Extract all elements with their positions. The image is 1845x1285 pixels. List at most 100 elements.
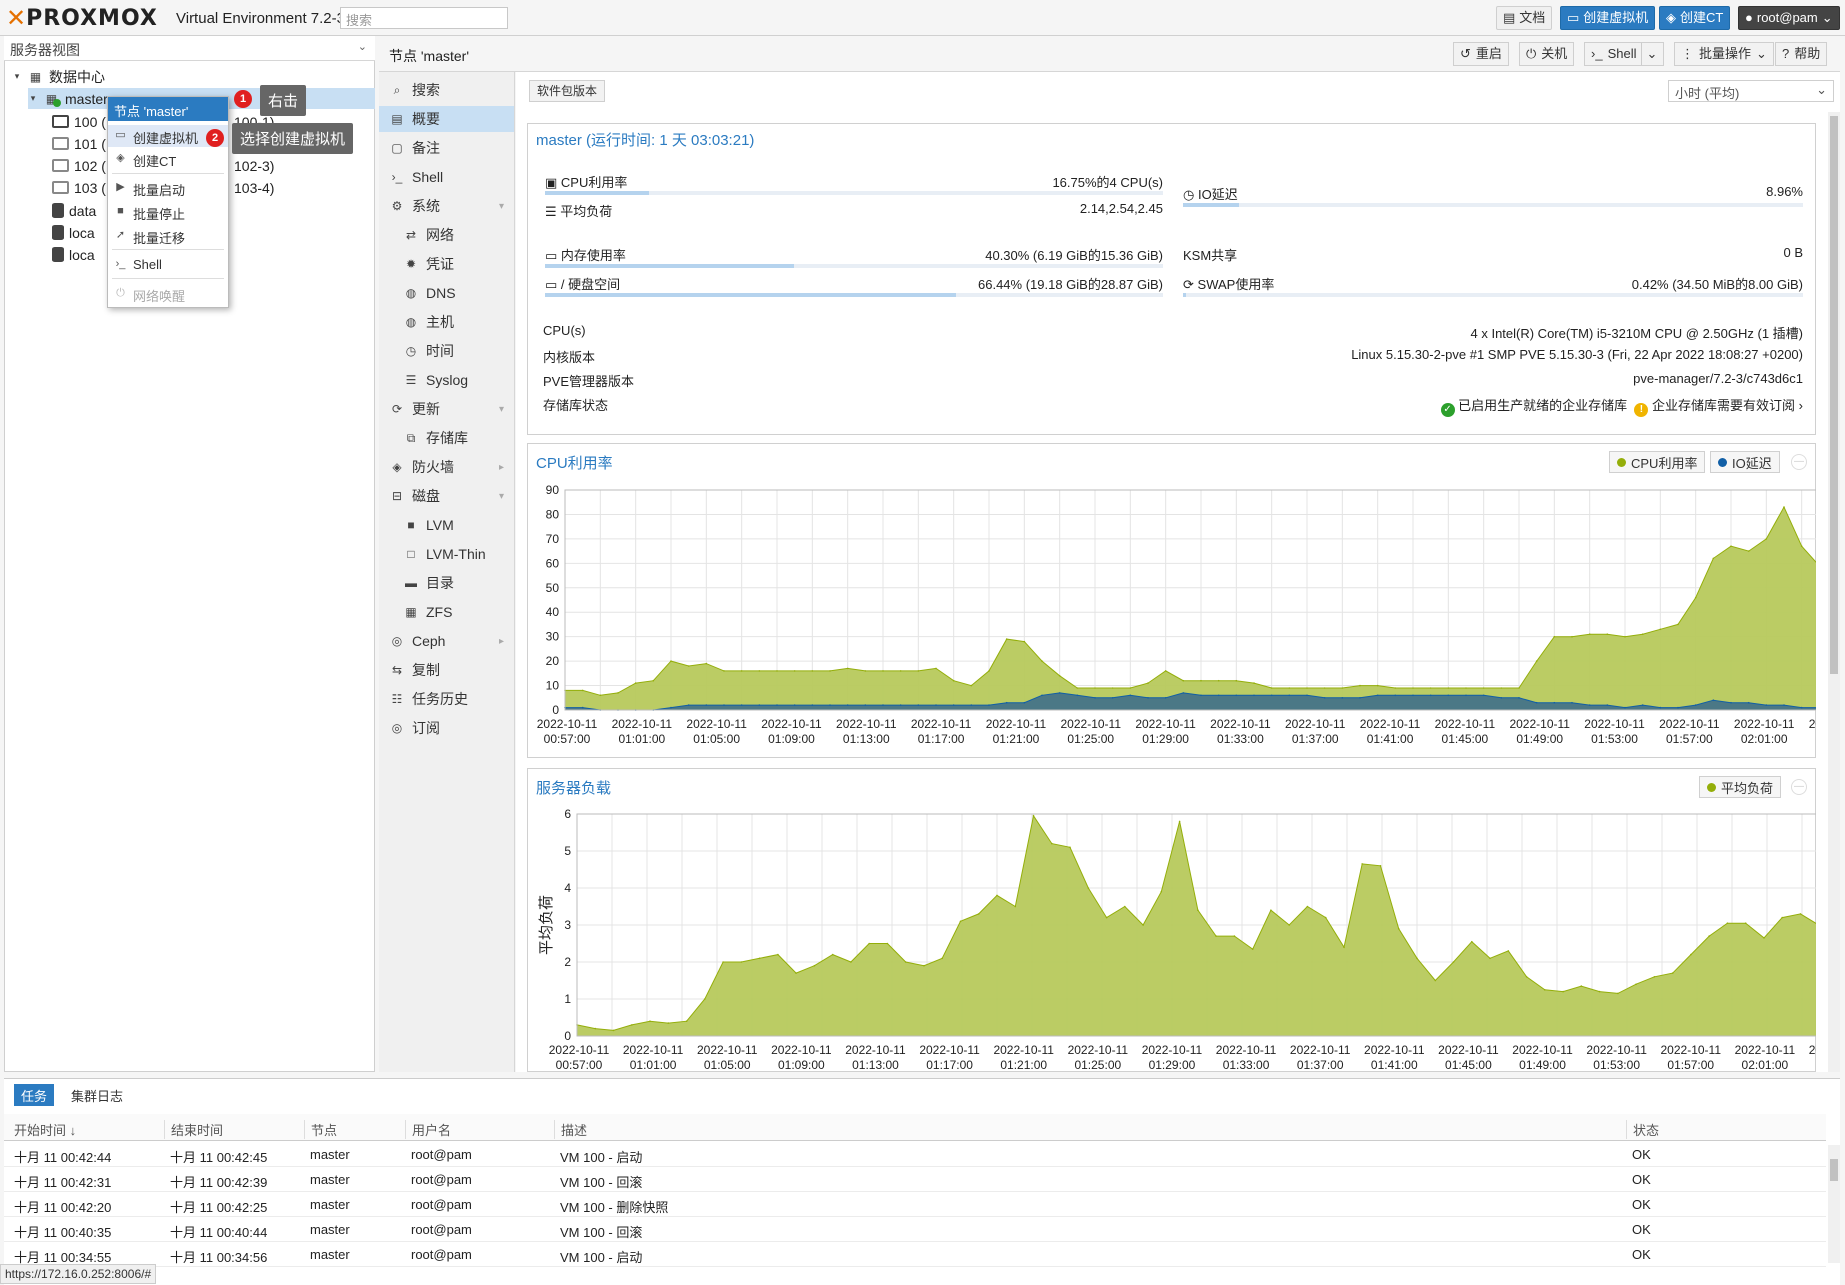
nav-item-9[interactable]: ◷ 时间 [379,338,514,364]
nav-item-12[interactable]: ⧉ 存储库 [379,425,514,451]
legend-io[interactable]: IO延迟 [1710,451,1780,473]
column-header-description[interactable]: 描述 [554,1120,587,1139]
menu-item-bulk-migrate[interactable]: ➚ 批量迁移 [108,225,228,247]
data-point [670,660,672,662]
view-selector[interactable]: 服务器视图 ⌄ [4,36,375,61]
task-table-scrollbar[interactable] [1828,1145,1840,1263]
global-search-input[interactable]: 搜索 [340,7,508,29]
nav-item-5[interactable]: ⇄ 网络 [379,222,514,248]
bulk-actions-button[interactable]: ⋮ 批量操作 ⌄ [1674,42,1774,66]
nav-item-20[interactable]: ⇆ 复制 [379,657,514,683]
swap-label: SWAP使用率 [1197,277,1275,292]
column-header-start[interactable]: 开始时间 ↓ [14,1120,76,1139]
legend-cpu[interactable]: CPU利用率 [1609,451,1706,473]
x-tick-label: 2022-10-11 01:41:00 [1360,717,1421,746]
repo-status-value[interactable]: ✓ 已启用生产就绪的企业存储库 ! 企业存储库需要有效订阅 › [1300,395,1803,417]
nav-item-19[interactable]: ◎ Ceph ▸ [379,628,514,654]
shell-button[interactable]: ›_ Shell ⌄ [1584,42,1665,66]
menu-item-bulk-stop[interactable]: ■ 批量停止 [108,201,228,223]
table-row[interactable]: 十月 11 00:40:35 十月 11 00:40:44 master root@p… [4,1217,1826,1242]
tree-storage-local-lvm[interactable]: loca [52,244,95,265]
tab-tasks[interactable]: 任务 [14,1084,55,1106]
legend-load[interactable]: 平均负荷 [1699,776,1782,798]
nav-item-18[interactable]: ▦ ZFS [379,599,514,625]
menu-item-label: 创建虚拟机 [133,131,199,146]
data-point [917,670,920,672]
data-point [612,1029,615,1032]
table-row[interactable]: 十月 11 00:42:44 十月 11 00:42:45 master root@p… [4,1142,1826,1167]
y-tick-label: 60 [546,556,560,570]
column-header-status[interactable]: 状态 [1626,1120,1659,1139]
nav-item-15[interactable]: ■ LVM [379,512,514,538]
undo-zoom-icon[interactable]: — [1791,779,1807,795]
power-icon: ⏻ [116,287,125,299]
menu-item-shell[interactable]: ›_ Shell [108,254,228,276]
io-delay-bar [1183,203,1803,207]
data-point [1447,687,1450,689]
nav-item-7[interactable]: ◍ DNS [379,280,514,306]
table-cell: master [310,1172,350,1187]
table-row[interactable]: 十月 11 00:34:55 十月 11 00:34:56 master root@p… [4,1242,1826,1267]
nav-item-16[interactable]: □ LVM-Thin [379,541,514,567]
x-tick-label: 2022-10-11 01:01:00 [612,717,673,746]
tree-vm-102[interactable]: 102 ( [52,155,106,176]
proxmox-logo[interactable]: ✕ PROXMOX [6,4,158,32]
network-icon: ⇄ [405,228,417,242]
nav-item-11[interactable]: ⟳ 更新 ▾ [379,396,514,422]
column-header-node[interactable]: 节点 [304,1120,337,1139]
nav-item-21[interactable]: ☷ 任务历史 [379,686,514,712]
help-button[interactable]: ? 帮助 [1775,42,1828,66]
main-scrollbar[interactable] [1828,112,1840,1072]
io-delay-value: 8.96% [1766,184,1803,199]
x-tick-label: 2022-10-11 01:21:00 [993,1043,1054,1072]
docs-button[interactable]: ▤ 文档 [1496,6,1553,30]
column-header-user[interactable]: 用户名 [405,1120,451,1139]
nav-item-6[interactable]: ✹ 凭证 [379,251,514,277]
timeframe-selector[interactable]: 小时 (平均) ⌄ [1668,80,1834,102]
data-point [952,704,955,706]
shutdown-button[interactable]: ⏻ 关机 [1519,42,1575,66]
nav-item-14[interactable]: ⊟ 磁盘 ▾ [379,483,514,509]
package-versions-button[interactable]: 软件包版本 [529,80,606,102]
nav-item-10[interactable]: ☰ Syslog [379,367,514,393]
cpu-usage-label: CPU利用率 [560,175,628,190]
undo-zoom-icon[interactable]: — [1791,454,1807,470]
tree-storage-data[interactable]: data [52,200,96,221]
nav-item-17[interactable]: ▬ 目录 [379,570,514,596]
nav-item-1[interactable]: ▤ 概要 [379,106,514,132]
nav-item-8[interactable]: ◍ 主机 [379,309,514,335]
chevron-down-icon: ⌄ [1756,46,1767,61]
x-tick-label: 2022-10-11 01:37:00 [1290,1043,1351,1072]
data-point [758,670,761,672]
user-menu-button[interactable]: ● root@pam ⌄ [1738,6,1840,30]
nav-item-22[interactable]: ◎ 订阅 [379,715,514,741]
table-row[interactable]: 十月 11 00:42:31 十月 11 00:42:39 master root@p… [4,1167,1826,1192]
tree-storage-local[interactable]: loca [52,222,95,243]
nav-item-13[interactable]: ◈ 防火墙 ▸ [379,454,514,480]
nav-item-4[interactable]: ⚙ 系统 ▾ [379,193,514,219]
nav-item-2[interactable]: ▢ 备注 [379,135,514,161]
nav-item-0[interactable]: ⌕ 搜索 [379,77,514,103]
create-ct-button[interactable]: ◈ 创建CT [1659,6,1731,30]
data-point [1379,865,1382,867]
tree-vm-103[interactable]: 103 ( [52,177,106,198]
reboot-button[interactable]: ↺ 重启 [1453,42,1509,66]
data-point [1588,633,1591,635]
data-point [581,706,584,709]
nav-item-3[interactable]: ›_ Shell [379,164,514,190]
tree-vm-100[interactable]: 100 ( [52,111,106,132]
data-point [1726,922,1729,924]
column-header-end[interactable]: 结束时间 [164,1120,223,1139]
create-vm-button[interactable]: ▭ 创建虚拟机 [1560,6,1656,30]
tree-datacenter[interactable]: ▾ ▦ 数据中心 [12,66,105,87]
y-tick-label: 4 [564,881,571,895]
menu-item-bulk-start[interactable]: ▶ 批量启动 [108,177,228,199]
tree-vm-101[interactable]: 101 ( [52,133,106,154]
data-point [1598,990,1601,993]
table-row[interactable]: 十月 11 00:42:20 十月 11 00:42:25 master root@p… [4,1192,1826,1217]
data-point [631,1024,633,1026]
data-point [1471,940,1473,943]
menu-item-create-ct[interactable]: ◈ 创建CT [108,148,228,170]
data-point [670,706,672,709]
tab-cluster-log[interactable]: 集群日志 [64,1084,130,1106]
